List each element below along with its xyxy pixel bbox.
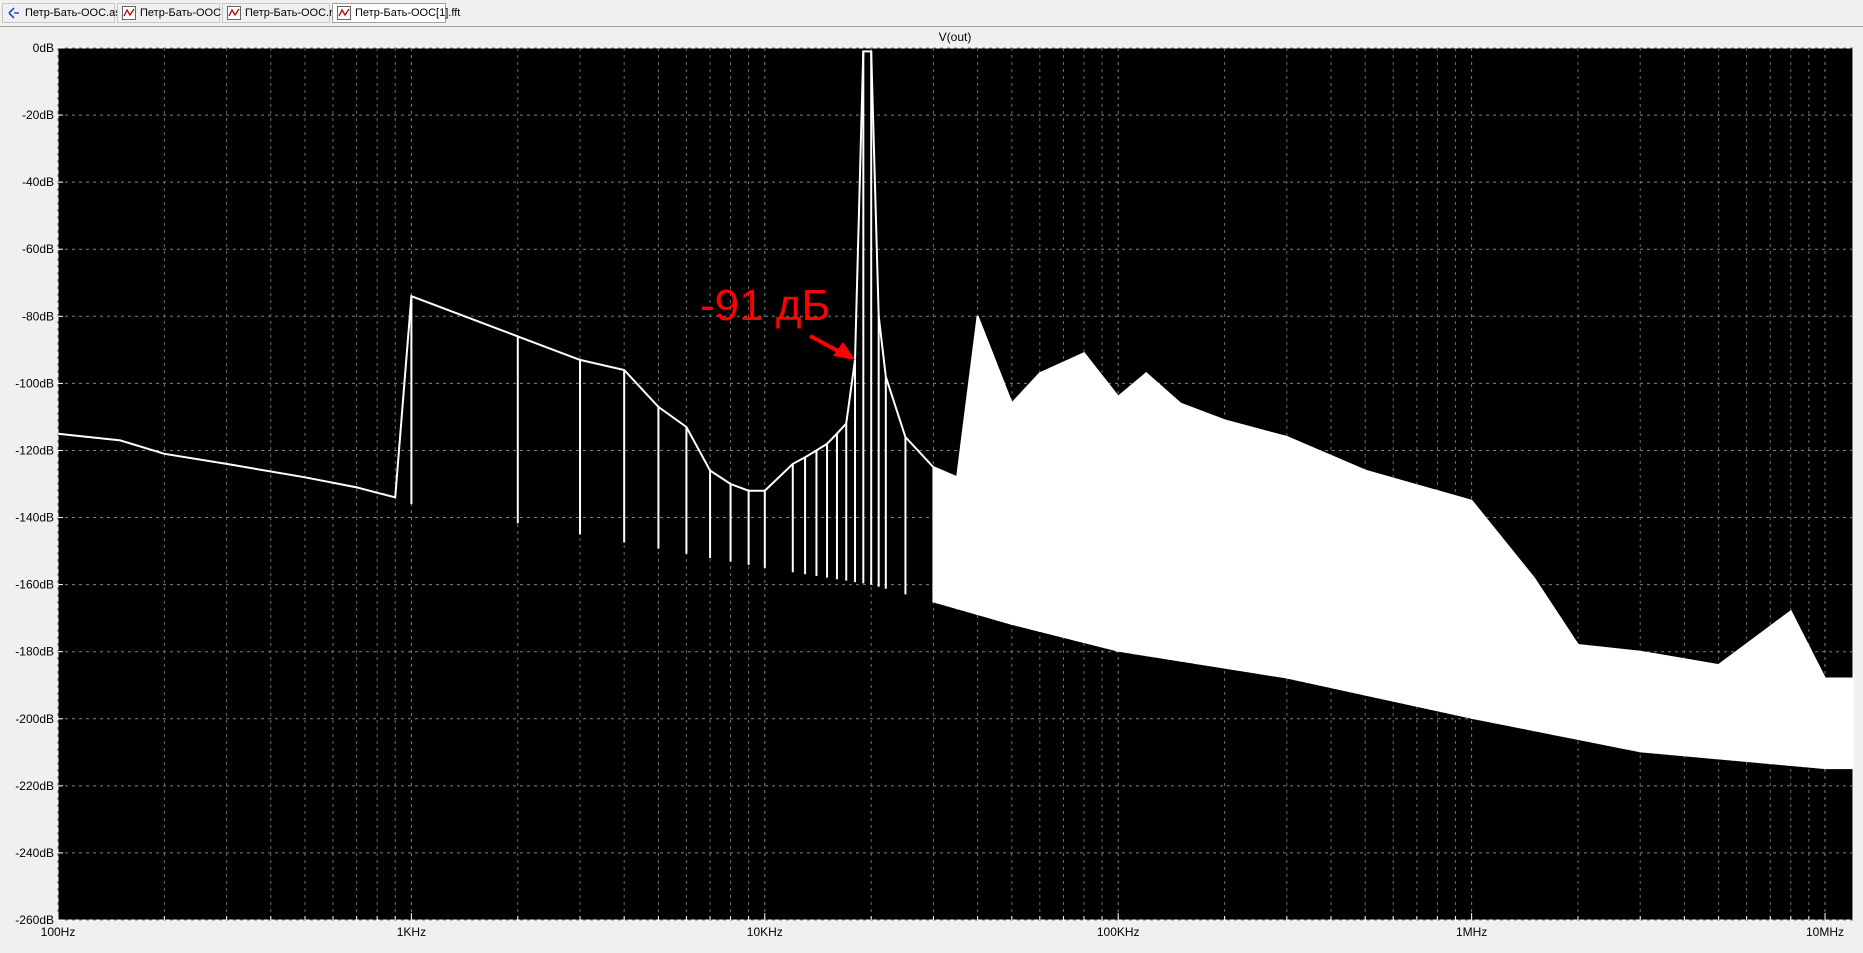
document-tab-bar: Петр-Бать-ООС.asc Петр-Бать-ООС.fft Петр…	[0, 0, 1863, 27]
y-tick-label: -240dB	[15, 846, 54, 860]
tab-asc[interactable]: Петр-Бать-ООС.asc	[2, 3, 126, 23]
y-tick-label: -180dB	[15, 645, 54, 659]
tab-label: Петр-Бать-ООС.asc	[25, 7, 127, 19]
fft-plot[interactable]: V(out) 0dB -20dB -40dB -60dB -80dB -100dB -120…	[0, 27, 1863, 948]
y-tick-label: -200dB	[15, 712, 54, 726]
waveform-viewer[interactable]: V(out) 0dB -20dB -40dB -60dB -80dB -100dB -120…	[0, 27, 1863, 948]
tab-fft[interactable]: Петр-Бать-ООС.fft	[117, 3, 233, 23]
y-tick-label: -60dB	[22, 242, 54, 256]
waveform-icon	[337, 6, 351, 20]
y-tick-label: -100dB	[15, 376, 54, 390]
y-tick-label: -160dB	[15, 578, 54, 592]
tab-label: Петр-Бать-ООС[1].fft	[355, 7, 461, 19]
y-tick-label: -20dB	[22, 108, 54, 122]
x-tick-label: 100KHz	[1097, 925, 1140, 939]
y-tick-label: -80dB	[22, 309, 54, 323]
tab-fft-1[interactable]: Петр-Бать-ООС[1].fft	[332, 3, 460, 23]
x-tick-label: 10MHz	[1806, 925, 1844, 939]
y-tick-label: -120dB	[15, 443, 54, 457]
x-tick-label: 1KHz	[397, 925, 426, 939]
y-tick-label: -220dB	[15, 779, 54, 793]
waveform-icon	[227, 6, 241, 20]
y-tick-label: 0dB	[33, 41, 54, 55]
waveform-icon	[122, 6, 136, 20]
x-tick-label: 10KHz	[747, 925, 783, 939]
annotation-label: -91 дБ	[700, 281, 830, 330]
y-tick-label: -140dB	[15, 511, 54, 525]
x-tick-label: 100Hz	[41, 925, 76, 939]
schematic-icon	[7, 6, 21, 20]
x-tick-label: 1MHz	[1456, 925, 1487, 939]
tab-label: Петр-Бать-ООС.fft	[140, 7, 234, 19]
y-tick-label: -40dB	[22, 175, 54, 189]
plot-title[interactable]: V(out)	[939, 30, 972, 44]
tab-raw[interactable]: Петр-Бать-ООС.raw	[222, 3, 347, 23]
